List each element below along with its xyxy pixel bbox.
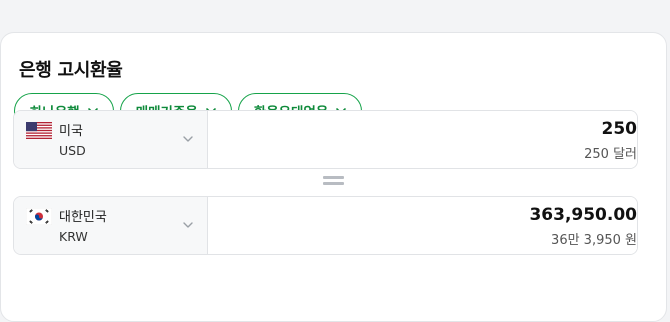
to-currency-select[interactable]: 대한민국 KRW xyxy=(14,197,208,254)
card-title: 은행 고시환율 xyxy=(19,60,123,81)
from-currency-code: USD xyxy=(59,143,86,158)
to-currency-name: 대한민국 xyxy=(59,210,107,225)
from-currency-row: 미국 USD 250 250 달러 xyxy=(13,110,638,169)
to-currency-row: 대한민국 KRW 363,950.00 36만 3,950 원 xyxy=(13,196,638,255)
to-amount-text: 36만 3,950 원 xyxy=(551,233,637,248)
us-flag-icon xyxy=(26,122,52,139)
to-currency-code: KRW xyxy=(59,229,88,244)
chevron-down-icon xyxy=(183,222,193,228)
to-amount-field[interactable]: 363,950.00 36만 3,950 원 xyxy=(208,197,637,254)
to-amount-value: 363,950.00 xyxy=(529,205,637,225)
from-amount-field[interactable]: 250 250 달러 xyxy=(208,111,637,168)
equals-icon xyxy=(323,176,344,186)
chevron-down-icon xyxy=(183,136,193,142)
kr-flag-icon xyxy=(26,208,52,225)
from-amount-text: 250 달러 xyxy=(584,147,637,162)
from-currency-name: 미국 xyxy=(59,124,83,139)
from-amount-value: 250 xyxy=(601,119,638,139)
from-currency-select[interactable]: 미국 USD xyxy=(14,111,208,168)
